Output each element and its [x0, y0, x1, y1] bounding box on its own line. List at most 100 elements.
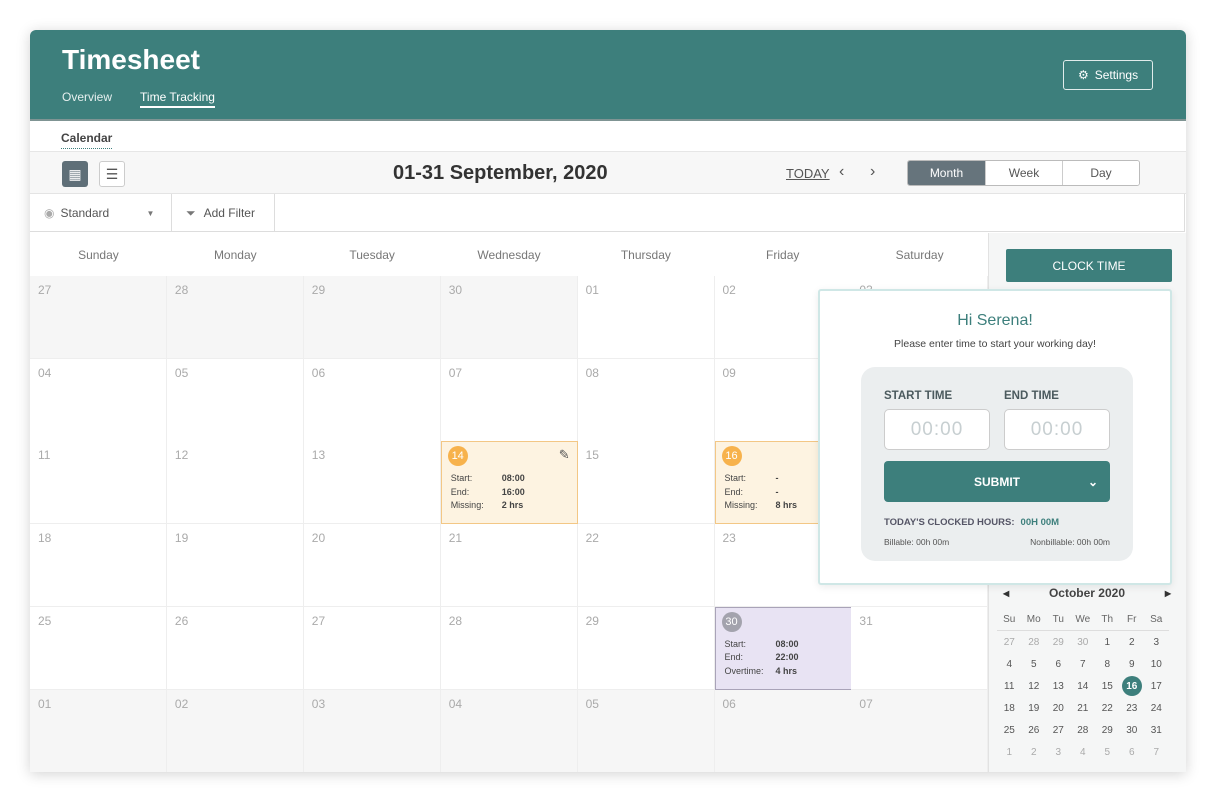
day-cell[interactable]: 30 Start: 08:00 End: 22:00 Overtime: 4 hrs: [714, 606, 852, 690]
day-cell[interactable]: 11: [30, 441, 167, 525]
mini-day-selected[interactable]: 16: [1121, 676, 1142, 696]
day-cell[interactable]: 03: [303, 689, 441, 772]
mini-day[interactable]: 10: [1144, 653, 1169, 675]
day-cell[interactable]: 19: [166, 524, 304, 608]
day-cell[interactable]: 21: [440, 524, 578, 608]
chevron-down-icon[interactable]: ⌄: [1088, 475, 1098, 489]
tab-time-tracking[interactable]: Time Tracking: [140, 90, 215, 108]
mini-day[interactable]: 12: [1022, 675, 1047, 697]
day-cell[interactable]: 04: [30, 358, 167, 442]
mini-day[interactable]: 1: [1095, 631, 1120, 653]
view-select[interactable]: ◉ Standard ▼: [30, 194, 172, 232]
mini-day[interactable]: 20: [1046, 697, 1071, 719]
day-cell[interactable]: 27: [303, 606, 441, 690]
day-cell[interactable]: 25: [30, 606, 167, 690]
mini-day[interactable]: 14: [1071, 675, 1096, 697]
day-number: 03: [311, 696, 326, 711]
mini-day[interactable]: 28: [1071, 719, 1096, 741]
submit-button[interactable]: SUBMIT ⌄: [884, 461, 1110, 502]
mini-day[interactable]: 28: [1022, 631, 1047, 653]
mini-day[interactable]: 27: [997, 631, 1022, 653]
mini-day[interactable]: 21: [1071, 697, 1096, 719]
day-cell[interactable]: 01: [577, 276, 715, 359]
mini-day[interactable]: 30: [1120, 719, 1145, 741]
mini-day[interactable]: 24: [1144, 697, 1169, 719]
mini-day[interactable]: 29: [1095, 719, 1120, 741]
day-cell[interactable]: 14 ✎ Start: 08:00 End: 16:00 Missing: 2 hrs: [440, 441, 578, 525]
view-day[interactable]: Day: [1062, 161, 1139, 185]
mini-day[interactable]: 17: [1144, 675, 1169, 697]
mini-day[interactable]: 11: [997, 675, 1022, 697]
mini-day[interactable]: 3: [1046, 741, 1071, 763]
mini-day[interactable]: 5: [1022, 653, 1047, 675]
mini-day[interactable]: 30: [1071, 631, 1096, 653]
day-cell[interactable]: 07: [851, 689, 989, 772]
mini-day[interactable]: 23: [1120, 697, 1145, 719]
day-cell[interactable]: 18: [30, 524, 167, 608]
day-cell[interactable]: 30: [440, 276, 578, 359]
mini-day[interactable]: 6: [1046, 653, 1071, 675]
mini-day[interactable]: 4: [997, 653, 1022, 675]
day-cell[interactable]: 05: [166, 358, 304, 442]
day-cell[interactable]: 12: [166, 441, 304, 525]
tab-calendar[interactable]: Calendar: [61, 131, 113, 149]
day-cell[interactable]: 31: [851, 606, 989, 690]
tab-overview[interactable]: Overview: [62, 90, 112, 108]
mini-day[interactable]: 16: [1120, 675, 1145, 697]
list-view-button[interactable]: ☰: [99, 161, 125, 187]
day-cell[interactable]: 22: [577, 524, 715, 608]
next-arrow-icon[interactable]: ›: [870, 163, 875, 181]
mini-day[interactable]: 2: [1022, 741, 1047, 763]
mini-day[interactable]: 5: [1095, 741, 1120, 763]
mini-day[interactable]: 29: [1046, 631, 1071, 653]
day-cell[interactable]: 08: [577, 358, 715, 442]
mini-day[interactable]: 19: [1022, 697, 1047, 719]
day-cell[interactable]: 20: [303, 524, 441, 608]
mini-day[interactable]: 8: [1095, 653, 1120, 675]
view-week[interactable]: Week: [985, 161, 1062, 185]
mini-prev-icon[interactable]: ◀: [1003, 589, 1009, 598]
day-cell[interactable]: 02: [166, 689, 304, 772]
mini-day[interactable]: 25: [997, 719, 1022, 741]
mini-day[interactable]: 18: [997, 697, 1022, 719]
clock-time-button[interactable]: CLOCK TIME: [1006, 249, 1172, 282]
day-cell[interactable]: 05: [577, 689, 715, 772]
mini-day[interactable]: 31: [1144, 719, 1169, 741]
mini-day[interactable]: 7: [1144, 741, 1169, 763]
mini-day[interactable]: 26: [1022, 719, 1047, 741]
day-cell[interactable]: 15: [577, 441, 715, 525]
day-cell[interactable]: 01: [30, 689, 167, 772]
mini-day[interactable]: 7: [1071, 653, 1096, 675]
start-time-input[interactable]: 00:00: [884, 409, 990, 450]
pencil-icon[interactable]: ✎: [559, 447, 570, 463]
day-cell[interactable]: 29: [303, 276, 441, 359]
mini-day[interactable]: 1: [997, 741, 1022, 763]
day-cell[interactable]: 26: [166, 606, 304, 690]
mini-day[interactable]: 4: [1071, 741, 1096, 763]
day-cell[interactable]: 07: [440, 358, 578, 442]
mini-day[interactable]: 9: [1120, 653, 1145, 675]
day-cell[interactable]: 28: [440, 606, 578, 690]
day-cell[interactable]: 29: [577, 606, 715, 690]
prev-arrow-icon[interactable]: ‹: [839, 163, 844, 181]
end-time-input[interactable]: 00:00: [1004, 409, 1110, 450]
add-filter-button[interactable]: ⏷ Add Filter: [172, 194, 275, 232]
mini-day[interactable]: 6: [1120, 741, 1145, 763]
mini-day[interactable]: 22: [1095, 697, 1120, 719]
view-month[interactable]: Month: [908, 161, 985, 185]
mini-day[interactable]: 2: [1120, 631, 1145, 653]
today-button[interactable]: TODAY: [786, 166, 830, 181]
mini-day[interactable]: 13: [1046, 675, 1071, 697]
mini-day[interactable]: 15: [1095, 675, 1120, 697]
mini-day[interactable]: 27: [1046, 719, 1071, 741]
day-cell[interactable]: 27: [30, 276, 167, 359]
day-cell[interactable]: 06: [303, 358, 441, 442]
day-cell[interactable]: 06: [714, 689, 852, 772]
day-cell[interactable]: 13: [303, 441, 441, 525]
day-cell[interactable]: 04: [440, 689, 578, 772]
settings-button[interactable]: ⚙ Settings: [1063, 60, 1153, 90]
mini-next-icon[interactable]: ▶: [1165, 589, 1171, 598]
calendar-view-button[interactable]: ▦: [62, 161, 88, 187]
day-cell[interactable]: 28: [166, 276, 304, 359]
mini-day[interactable]: 3: [1144, 631, 1169, 653]
